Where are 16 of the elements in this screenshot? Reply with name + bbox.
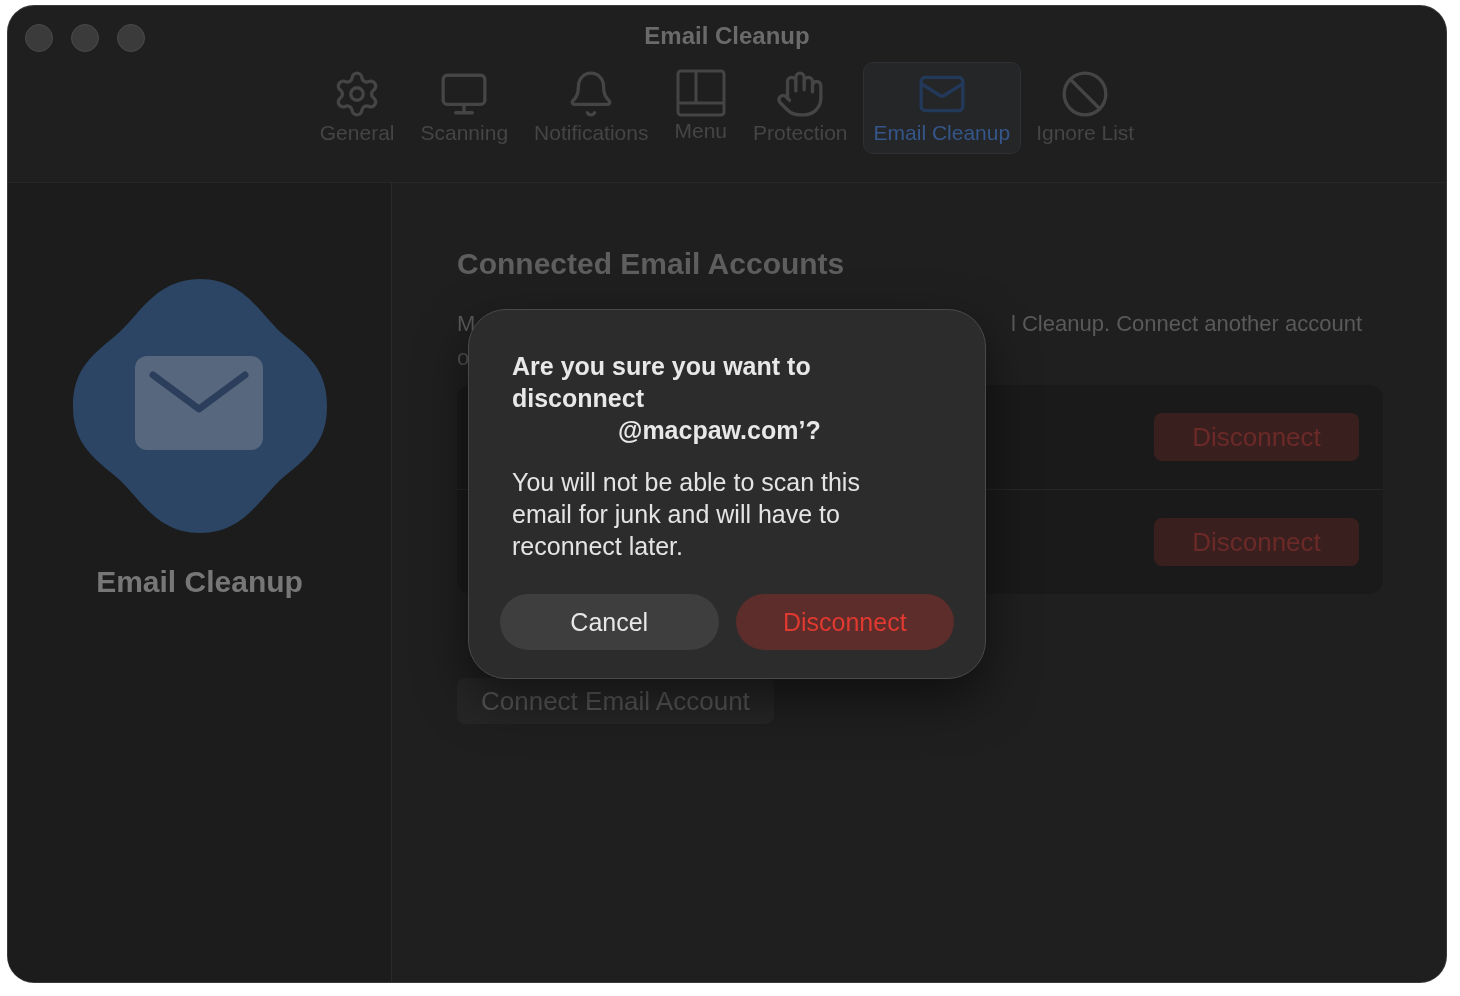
window-title: Email Cleanup	[644, 22, 810, 50]
cancel-button[interactable]: Cancel	[500, 594, 719, 650]
layout-icon	[675, 69, 726, 117]
section-heading: Connected Email Accounts	[457, 247, 846, 281]
window-control[interactable]	[71, 24, 99, 52]
description-text: M	[457, 311, 476, 337]
dialog-title: Are you sure you want to disconnect	[512, 351, 812, 414]
description-text: l Cleanup. Connect another account	[1011, 311, 1362, 337]
window-control[interactable]	[25, 24, 53, 52]
envelope-app-icon	[70, 277, 329, 535]
dialog-title: @macpaw.com’?	[617, 415, 822, 446]
dialog-message: You will not be able to scan this email for junk and will have to reconnect later.	[512, 467, 861, 562]
toolbar-tab[interactable]: Email Cleanup	[862, 62, 1022, 154]
sidebar-title: Email Cleanup	[96, 565, 303, 599]
disconnect-button[interactable]: Disconnect	[735, 594, 954, 650]
window-control[interactable]	[117, 24, 145, 52]
